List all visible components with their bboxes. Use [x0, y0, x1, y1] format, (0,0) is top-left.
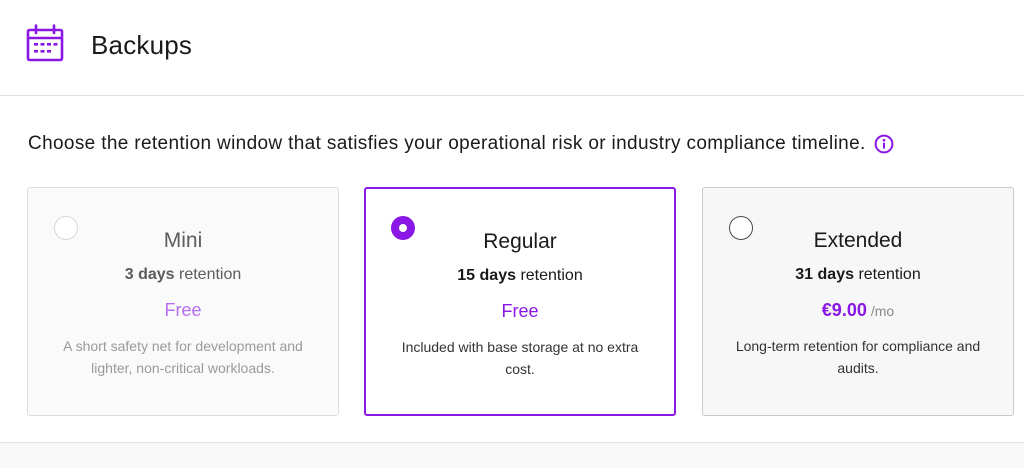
footer-band: [0, 442, 1024, 468]
plan-price: €9.00/mo: [821, 300, 895, 320]
plan-name: Regular: [483, 230, 557, 253]
plan-card-regular[interactable]: Regular 15 days retention Free Included …: [364, 187, 676, 416]
plan-price: Free: [164, 300, 202, 320]
plan-retention: 3 days retention: [124, 266, 242, 283]
plan-retention: 15 days retention: [457, 267, 583, 284]
plan-note: Long-term retention for compliance and a…: [735, 338, 981, 376]
calendar-icon: [26, 24, 64, 62]
info-icon[interactable]: [874, 134, 894, 154]
page-header: Backups: [0, 0, 1024, 96]
price-period: /mo: [870, 303, 895, 319]
plan-note: Included with base storage at no extra c…: [401, 339, 639, 377]
page-title: Backups: [91, 30, 193, 60]
plan-card-mini: Mini 3 days retention Free A short safet…: [27, 187, 339, 416]
intro-text: Choose the retention window that satisfi…: [28, 133, 866, 154]
plan-card-extended[interactable]: Extended 31 days retention €9.00/mo Long…: [702, 187, 1014, 416]
plan-price: Free: [501, 301, 539, 321]
plan-retention: 31 days retention: [795, 266, 921, 283]
plan-name: Mini: [163, 229, 203, 252]
plan-name: Extended: [813, 229, 903, 252]
intro-row: Choose the retention window that satisfi…: [28, 128, 894, 160]
plan-note: A short safety net for development and l…: [63, 338, 303, 376]
